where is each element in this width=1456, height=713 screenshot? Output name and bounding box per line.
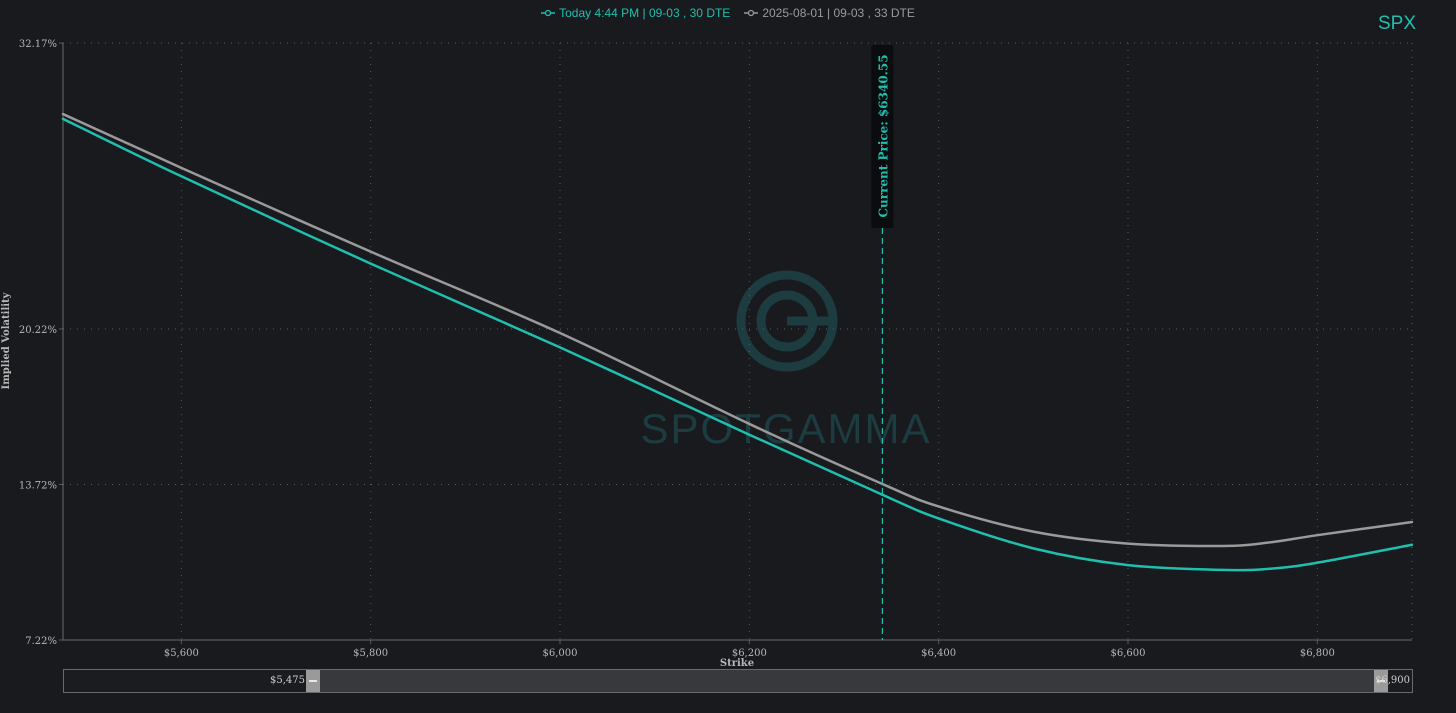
- ticker-symbol: SPX: [1377, 13, 1416, 34]
- y-tick-label: 32.17%: [19, 39, 57, 50]
- chart-legend: Today 4:44 PM | 09-03 , 30 DTE 2025-08-01…: [0, 4, 1456, 22]
- legend-item-previous[interactable]: 2025-08-01 | 09-03 , 33 DTE: [744, 4, 915, 22]
- legend-label: 2025-08-01 | 09-03 , 33 DTE: [762, 6, 915, 20]
- x-tick-label: $6,800: [1300, 648, 1335, 659]
- current-price-marker: Current Price: $6340.55: [871, 45, 894, 640]
- current-price-label: Current Price: $6340.55: [876, 54, 890, 217]
- y-tick-label: 13.72%: [19, 480, 57, 491]
- x-tick-label: $6,000: [543, 648, 578, 659]
- grid-lines: [63, 42, 1413, 640]
- y-tick-label: 20.22%: [19, 325, 57, 336]
- x-tick-label: $6,400: [921, 648, 956, 659]
- range-max-label: $6,900: [1375, 675, 1410, 686]
- spotgamma-logo-icon: [736, 270, 838, 372]
- legend-line-marker-icon: [744, 9, 759, 17]
- x-tick-label: $5,600: [164, 648, 199, 659]
- series-layer: [61, 112, 1414, 572]
- series-line-today: [61, 117, 1414, 572]
- axes: 7.22% 13.72% 20.22% 32.17% $5,600 $5,800 $6,00…: [19, 39, 1412, 659]
- watermark-text: SPOTGAMMA: [640, 405, 931, 452]
- legend-label: Today 4:44 PM | 09-03 , 30 DTE: [559, 6, 731, 20]
- range-selection[interactable]: [311, 670, 1380, 692]
- y-axis-title: Implied Volatility: [1, 291, 12, 389]
- chart-area: SPOTGAMMA 7.22% 13.72% 20.22% 32.17% $5,600 $…: [1, 39, 1414, 669]
- range-min-label: $5,475: [270, 675, 305, 686]
- legend-line-marker-icon: [541, 9, 556, 17]
- spotgamma-watermark: SPOTGAMMA: [640, 270, 931, 452]
- y-tick-label: 7.22%: [25, 636, 57, 647]
- range-left-handle[interactable]: [306, 670, 320, 692]
- x-axis-title: Strike: [720, 658, 754, 669]
- x-tick-label: $6,600: [1111, 648, 1146, 659]
- legend-item-today[interactable]: Today 4:44 PM | 09-03 , 30 DTE: [541, 4, 730, 22]
- strike-range-slider[interactable]: $5,475 $6,900: [63, 669, 1413, 693]
- x-tick-label: $5,800: [353, 648, 388, 659]
